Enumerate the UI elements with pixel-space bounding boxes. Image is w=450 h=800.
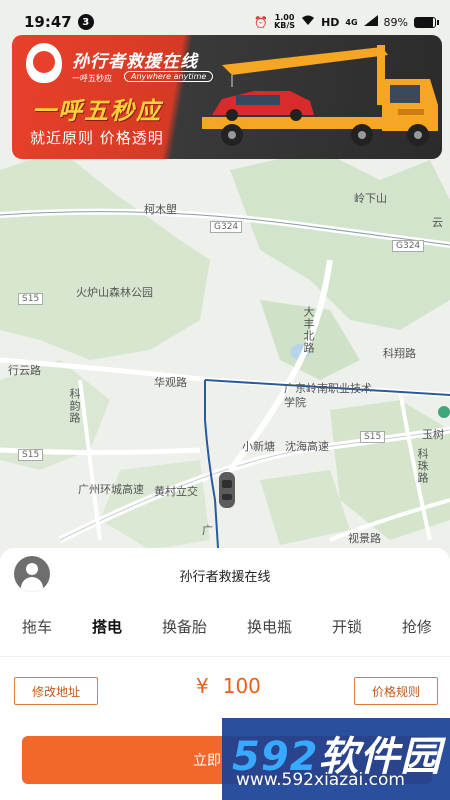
banner-brand-name: 孙行者救援在线 bbox=[72, 52, 198, 72]
tab-spare-tire[interactable]: 换备胎 bbox=[160, 612, 209, 642]
promo-banner[interactable]: 孙行者救援在线 一呼五秒应 Anywhere anytime 一呼五秒应 就近原… bbox=[12, 35, 442, 159]
map-label-college: 广东岭南职业技术学院 bbox=[284, 382, 372, 409]
map-label-kezhu-road: 科珠路 bbox=[416, 448, 429, 484]
status-icons: ⏰ 1.00 KB/S HD 4G 89% bbox=[254, 14, 439, 30]
map-label-kexiang-road: 科翔路 bbox=[383, 347, 416, 360]
divider bbox=[0, 656, 450, 657]
status-time: 19:47 bbox=[24, 13, 72, 31]
price-rules-button[interactable]: 价格规则 bbox=[354, 677, 438, 705]
map-label-huangcun: 黄村立交 bbox=[154, 485, 198, 498]
map-label-liaoxiashan: 岭下山 bbox=[354, 192, 387, 205]
service-tabs: 拖车 搭电 换备胎 换电瓶 开锁 抢修 bbox=[0, 612, 450, 642]
monkey-logo-icon bbox=[26, 43, 62, 83]
signal-icon bbox=[363, 15, 378, 29]
price-display: ¥ 100 bbox=[196, 674, 261, 698]
map-label-huancheng: 广州环城高速 bbox=[78, 483, 144, 496]
battery-percent: 89% bbox=[383, 15, 408, 29]
road-tag-s15-a: S15 bbox=[360, 431, 386, 443]
battery-icon bbox=[414, 16, 439, 28]
road-tag-s15-b: S15 bbox=[18, 449, 44, 461]
road-tag-g324-b: G324 bbox=[392, 240, 425, 252]
road-tag-s15-side: S15 bbox=[18, 293, 44, 305]
map-label-huaguan-road: 华观路 bbox=[154, 376, 187, 389]
car-marker bbox=[219, 472, 235, 508]
alarm-icon: ⏰ bbox=[254, 15, 269, 29]
status-bar: 19:47 3 ⏰ 1.00 KB/S HD 4G 89% bbox=[0, 0, 450, 44]
modify-address-button[interactable]: 修改地址 bbox=[14, 677, 98, 705]
banner-slogan: 一呼五秒应 bbox=[32, 97, 162, 125]
net-speed: 1.00 KB/S bbox=[274, 14, 295, 30]
site-watermark: 592软件园 www.592xiazai.com bbox=[222, 718, 450, 800]
tab-jump-start[interactable]: 搭电 bbox=[90, 612, 124, 642]
tab-tow[interactable]: 拖车 bbox=[20, 612, 54, 642]
map-label-keyun-road: 科韵路 bbox=[68, 388, 81, 424]
wifi-icon bbox=[301, 15, 315, 29]
banner-sub-slogan: 就近原则 价格透明 bbox=[30, 129, 164, 147]
map-label-shijingtang: 视景路 bbox=[348, 532, 381, 545]
map-label-xiaoxintang: 小新塘 bbox=[242, 440, 275, 453]
price-value: 100 bbox=[222, 674, 261, 698]
map-label-guanghai: 沈海高速 bbox=[285, 440, 329, 453]
tow-truck-icon bbox=[202, 45, 438, 146]
signal-label: 4G bbox=[345, 17, 358, 27]
map-label-xingyun-road: 行云路 bbox=[8, 364, 41, 377]
watermark-url: www.592xiazai.com bbox=[236, 770, 405, 790]
map-label-yushu: 玉树 bbox=[422, 428, 444, 441]
map-label-guangyuan: 广 bbox=[202, 524, 213, 537]
tab-battery[interactable]: 换电瓶 bbox=[245, 612, 294, 642]
hd-label: HD bbox=[321, 15, 340, 29]
map-label-kemumeng: 柯木塱 bbox=[144, 203, 177, 216]
road-tag-g324-a: G324 bbox=[210, 221, 243, 233]
map-label-yun: 云 bbox=[432, 216, 443, 229]
sheet-title: 孙行者救援在线 bbox=[179, 570, 271, 585]
net-speed-unit: KB/S bbox=[274, 21, 296, 30]
map-label-dafeng-road: 大丰北路 bbox=[302, 306, 315, 354]
tab-unlock[interactable]: 开锁 bbox=[330, 612, 364, 642]
notification-badge: 3 bbox=[77, 14, 94, 30]
map-label-huolushan: 火炉山森林公园 bbox=[76, 286, 153, 299]
tab-repair[interactable]: 抢修 bbox=[400, 612, 434, 642]
banner-tag-a: 一呼五秒应 bbox=[72, 74, 112, 83]
price-symbol: ¥ bbox=[196, 674, 209, 698]
request-now-label: 立即 bbox=[193, 753, 221, 769]
